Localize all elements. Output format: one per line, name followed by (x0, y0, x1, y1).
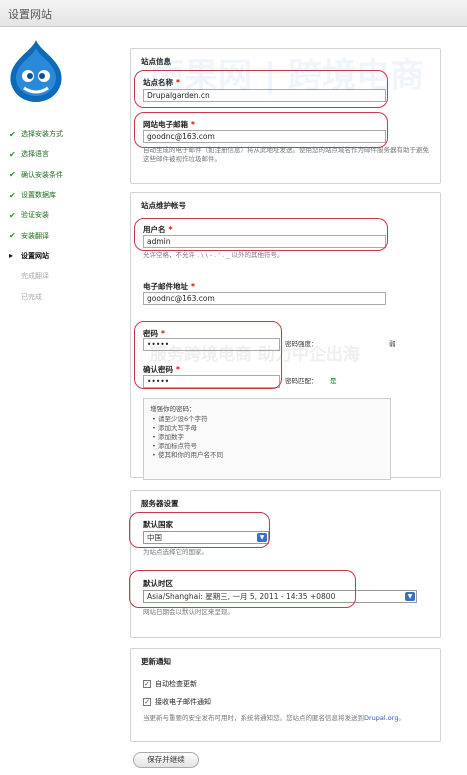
step-finished: 已完成 (21, 292, 42, 301)
step-requirements: ✔ 确认安装条件 (9, 170, 63, 180)
step-install-profile: ✔ 选择安装方式 (9, 129, 63, 139)
save-and-continue-button[interactable]: 保存并继续 (133, 752, 199, 768)
password-strength-value: 弱 (389, 340, 396, 348)
checkbox-checked-icon: ✓ (143, 698, 151, 706)
checkbox-checked-icon: ✓ (143, 680, 151, 688)
admin-account-legend: 站点维护帐号 (141, 201, 186, 210)
check-icon: ✔ (9, 170, 16, 180)
password-tips-box: 增强你的密码： 请至少设6个字符 添加大写字母 添加数字 添加标点符号 使其和你… (143, 398, 391, 480)
password-match-label: 密码匹配： (285, 377, 318, 385)
install-steps: ✔ 选择安装方式 ✔ 选择语言 ✔ 确认安装条件 ✔ 设置数据库 ✔ 验证安装 ✔ 安装翻译… (9, 124, 119, 307)
chevron-down-icon: ▼ (405, 592, 415, 601)
site-info-legend: 站点信息 (141, 57, 171, 66)
admin-email-label: 电子邮件地址 * (143, 282, 195, 291)
password-match-value: 是 (330, 377, 337, 385)
drupal-logo (6, 38, 66, 106)
password-tip: 添加标点符号 (150, 442, 384, 451)
check-icon: ✔ (9, 129, 16, 139)
default-country-description: 为站点选择它的国家。 (143, 548, 208, 556)
highlight-country (129, 512, 270, 548)
default-timezone-description: 网站日期会以默认时区来呈现。 (143, 608, 234, 616)
highlight-site-name (134, 70, 388, 108)
update-notifications-legend: 更新通知 (141, 657, 171, 666)
window-title: 设置网站 (8, 8, 52, 21)
password-strength-label: 密码强度： (285, 340, 318, 348)
step-configure-site: ▸ 设置网站 (9, 251, 49, 261)
check-icon: ✔ (9, 149, 16, 159)
step-translations: ✔ 安装翻译 (9, 231, 49, 241)
update-notifications-section: 更新通知 ✓ 自动检查更新 ✓ 接收电子邮件通知 当更新与重要的安全发布可用时，系统… (130, 648, 441, 742)
check-updates-checkbox[interactable]: ✓ 自动检查更新 (143, 679, 197, 689)
step-language: ✔ 选择语言 (9, 149, 49, 159)
highlight-site-email (134, 112, 388, 148)
step-database: ✔ 设置数据库 (9, 190, 56, 200)
server-settings-legend: 服务器设置 (141, 499, 179, 508)
password-tip: 使其和你的用户名不同 (150, 451, 384, 460)
highlight-timezone (129, 570, 356, 608)
arrow-right-icon: ▸ (9, 251, 14, 261)
password-tip: 请至少设6个字符 (150, 415, 384, 424)
check-icon: ✔ (9, 210, 16, 220)
email-notifications-checkbox[interactable]: ✓ 接收电子邮件通知 (143, 697, 211, 707)
highlight-password (134, 321, 282, 389)
password-tips-title: 增强你的密码： (150, 405, 196, 413)
title-bar: 设置网站 (0, 0, 467, 27)
drupal-org-link[interactable]: Drupal.org (364, 714, 398, 722)
highlight-username (134, 218, 388, 251)
password-tip: 添加数字 (150, 433, 384, 442)
admin-email-input[interactable]: goodnc@163.com (143, 292, 386, 305)
check-icon: ✔ (9, 190, 16, 200)
username-description: 允许空格，不允许 . \ \ - . ' . _ 以外的其他符号。 (143, 251, 284, 259)
password-tip: 添加大写字母 (150, 424, 384, 433)
update-notifications-description: 当更新与重要的安全发布可用时，系统将通知您。您站点的匿名信息将发送到Drupal… (143, 714, 405, 722)
check-icon: ✔ (9, 231, 16, 241)
site-email-description: 自动生成的电子邮件（如注册信息）将从此地址发送。使用您的站点域名作为邮件服务器有… (143, 146, 429, 163)
step-verify: ✔ 验证安装 (9, 210, 49, 220)
step-finish-translations: 完成翻译 (21, 272, 49, 281)
